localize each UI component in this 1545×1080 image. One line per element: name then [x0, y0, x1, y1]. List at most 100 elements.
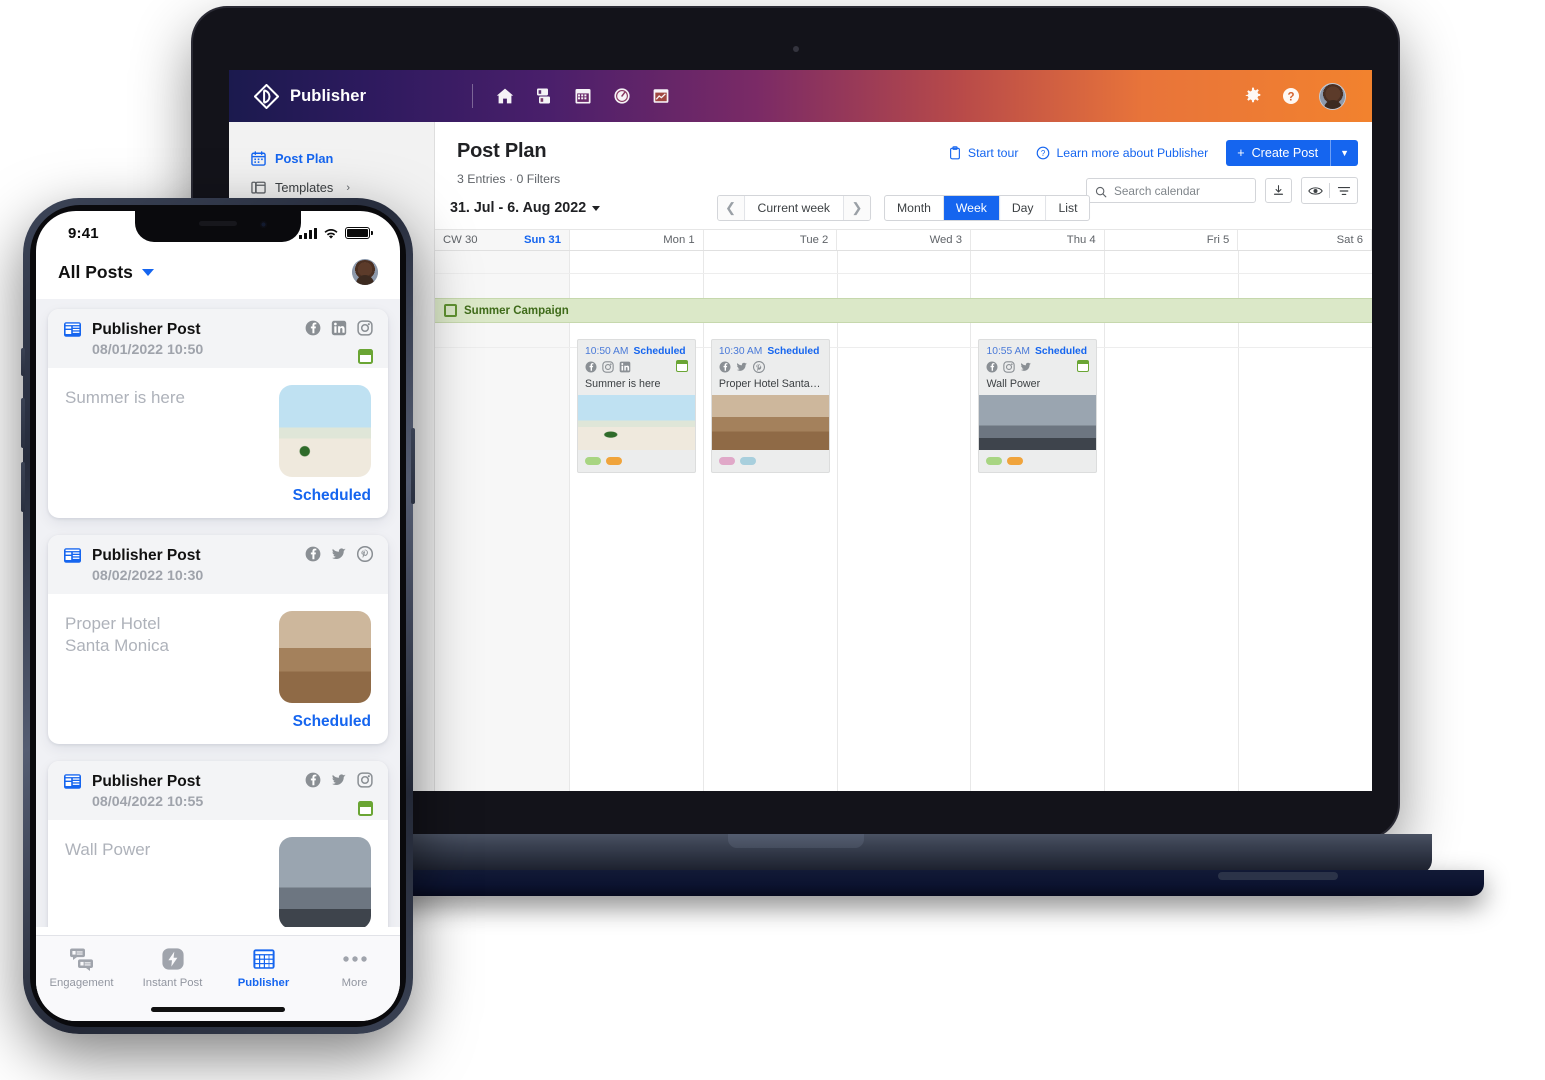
brand-name: Publisher — [290, 86, 367, 105]
engagement-icon — [69, 946, 95, 972]
post-card-datetime: 08/02/2022 10:30 — [92, 568, 204, 584]
calendar-header-wed: Wed 3 — [837, 230, 972, 250]
twitter-icon — [332, 548, 346, 560]
gear-icon[interactable] — [1243, 86, 1263, 106]
calendar-event-card[interactable]: 10:50 AM Scheduled Summer is here — [577, 339, 696, 473]
post-card-title: Publisher Post — [92, 772, 201, 790]
tab-more[interactable]: More — [309, 936, 400, 1021]
app-nav-icons — [495, 86, 671, 106]
create-post-main[interactable]: + Create Post — [1226, 146, 1330, 160]
event-top: 10:30 AM Scheduled Proper Hotel Santa Mon… — [712, 340, 829, 395]
event-time-status: 10:50 AM Scheduled — [585, 346, 688, 357]
volume-down-button[interactable] — [21, 462, 25, 512]
calendar-column-wed[interactable] — [838, 251, 972, 791]
twitter-icon — [1021, 362, 1032, 371]
event-status: Scheduled — [633, 346, 686, 357]
page-header: Post Plan 3 Entries · 0 Filters Start to… — [435, 122, 1372, 204]
prev-week-button[interactable]: ❮ — [717, 196, 744, 220]
phone-device: 9:41 All Posts Publisher Post 08/01/2022… — [21, 198, 415, 1034]
campaign-checkbox-icon — [444, 304, 457, 317]
view-month-button[interactable]: Month — [885, 196, 944, 220]
view-list-button[interactable]: List — [1047, 196, 1090, 220]
event-tags — [979, 450, 1096, 472]
post-card-channels — [305, 546, 373, 562]
view-day-button[interactable]: Day — [1000, 196, 1047, 220]
power-button[interactable] — [411, 428, 415, 504]
tag-pill — [739, 457, 756, 465]
engagement-icon[interactable] — [534, 86, 554, 106]
start-tour-button[interactable]: Start tour — [948, 146, 1019, 160]
post-list[interactable]: Publisher Post 08/01/2022 10:50 Summer i… — [36, 299, 400, 927]
date-range-selector[interactable]: 31. Jul - 6. Aug 2022 — [450, 200, 601, 216]
publisher-post-icon — [63, 772, 82, 791]
tag-pill — [585, 457, 601, 465]
week-number-label: CW 30 — [443, 234, 478, 246]
chevron-down-icon[interactable]: ▼ — [1331, 148, 1358, 158]
mute-switch[interactable] — [21, 348, 25, 376]
clipboard-icon — [948, 146, 962, 160]
phone-notch — [135, 211, 301, 242]
user-avatar[interactable] — [352, 259, 378, 285]
view-week-button[interactable]: Week — [943, 196, 1000, 220]
volume-up-button[interactable] — [21, 398, 25, 448]
front-camera — [260, 221, 267, 228]
next-week-button[interactable]: ❯ — [844, 196, 871, 220]
event-channels — [585, 360, 688, 373]
view-mode-switcher: Month Week Day List — [884, 195, 1091, 221]
post-card-body: Wall Power — [48, 820, 388, 927]
calendar-grid: CW 30 Sun 31 Mon 1 Tue 2 Wed 3 Thu 4 Fri… — [435, 229, 1372, 791]
all-posts-dropdown[interactable]: All Posts — [58, 262, 154, 283]
current-week-button[interactable]: Current week — [743, 196, 845, 220]
start-tour-label: Start tour — [967, 146, 1019, 160]
instagram-icon — [357, 320, 373, 336]
twitter-icon — [736, 362, 747, 371]
user-avatar[interactable] — [1319, 82, 1346, 110]
calendar-column-thu[interactable]: 10:55 AM Scheduled Wall Power — [971, 251, 1106, 791]
learn-more-link[interactable]: ? Learn more about Publisher — [1036, 146, 1208, 160]
plus-icon: + — [1237, 146, 1245, 160]
post-card-right — [279, 837, 371, 927]
calendar-column-tue[interactable]: 10:30 AM Scheduled Proper Hotel Santa Mon… — [704, 251, 838, 791]
tab-label: Instant Post — [142, 977, 203, 989]
analytics-icon[interactable] — [651, 86, 671, 106]
calendar-icon[interactable] — [573, 86, 593, 106]
calendar-event-card[interactable]: 10:30 AM Scheduled Proper Hotel Santa Mon… — [710, 339, 830, 473]
ellipsis-icon — [341, 946, 369, 972]
calendar-column-fri[interactable] — [1105, 251, 1240, 791]
instagram-icon — [357, 772, 373, 788]
post-card[interactable]: Publisher Post 08/01/2022 10:50 Summer i… — [48, 309, 388, 518]
home-indicator — [151, 1007, 285, 1012]
brand[interactable]: Publisher — [245, 83, 367, 109]
calendar-header-tue: Tue 2 — [704, 230, 838, 250]
home-icon[interactable] — [495, 86, 515, 106]
event-thumbnail — [979, 395, 1097, 450]
facebook-icon — [585, 361, 597, 373]
create-post-button[interactable]: + Create Post ▼ — [1226, 140, 1358, 166]
post-card[interactable]: Publisher Post 08/02/2022 10:30 Proper H… — [48, 535, 388, 744]
calendar-event-card[interactable]: 10:55 AM Scheduled Wall Power — [978, 339, 1098, 473]
tab-label: Engagement — [49, 977, 114, 989]
screenshot-stage: Publisher ? Post Plan Templates › Post P… — [0, 0, 1545, 1080]
pinterest-icon — [357, 546, 373, 562]
campaign-badge-icon — [358, 801, 373, 816]
campaign-band[interactable]: Summer Campaign — [435, 298, 1372, 323]
dashboard-gauge-icon[interactable] — [612, 86, 632, 106]
calendar-column-sat[interactable] — [1239, 251, 1372, 791]
post-card-right: Scheduled — [279, 385, 371, 505]
calendar-column-sun[interactable] — [435, 251, 570, 791]
sidebar-item-post-plan[interactable]: Post Plan — [229, 144, 434, 173]
campaign-badge-icon — [358, 349, 373, 364]
tab-engagement[interactable]: Engagement — [36, 936, 127, 1021]
chevron-down-icon — [592, 205, 601, 211]
status-time: 9:41 — [68, 224, 99, 242]
phone-screen: 9:41 All Posts Publisher Post 08/01/2022… — [36, 211, 400, 1021]
post-card[interactable]: Publisher Post 08/04/2022 10:55 Wall Pow… — [48, 761, 388, 927]
svg-text:?: ? — [1287, 91, 1294, 103]
event-text: Summer is here — [585, 378, 661, 390]
chevron-down-icon — [141, 268, 154, 276]
help-circle-icon[interactable]: ? — [1281, 86, 1301, 106]
pinterest-icon — [752, 361, 765, 373]
calendar-column-mon[interactable]: 10:50 AM Scheduled Summer is here — [570, 251, 704, 791]
calendar-nav-group: ❮ Current week ❯ Month Week Day List — [716, 195, 1091, 221]
post-card-header: Publisher Post 08/01/2022 10:50 — [48, 309, 388, 368]
